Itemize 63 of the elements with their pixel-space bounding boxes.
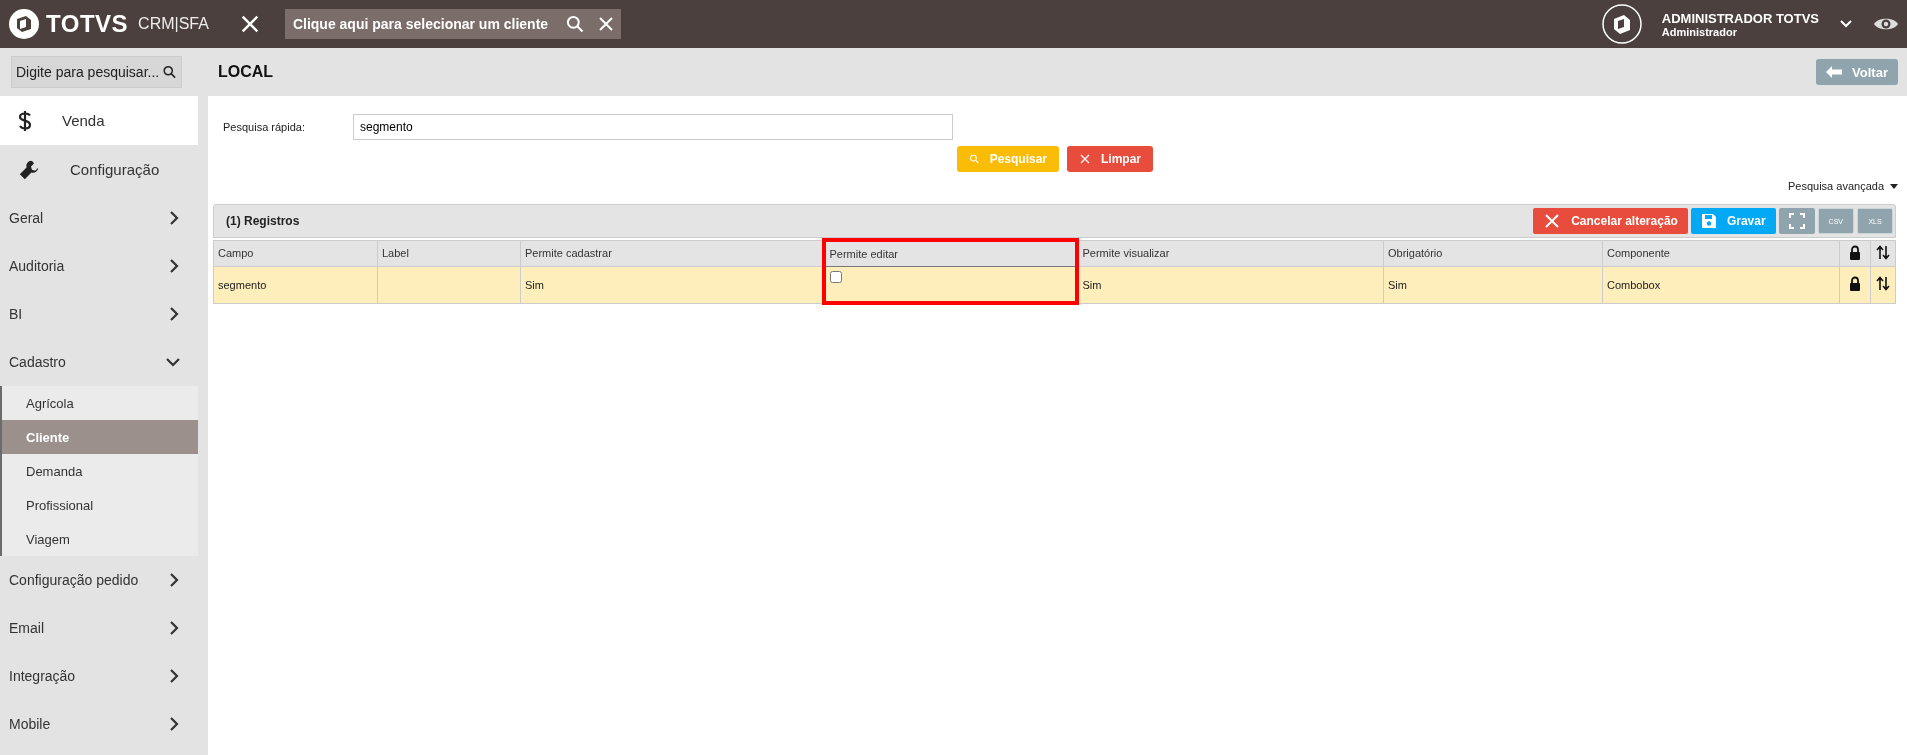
avatar-icon[interactable] [1601,4,1642,44]
lock-icon [1849,276,1861,292]
sort-arrows-icon[interactable] [1876,276,1890,292]
fullscreen-icon [1788,213,1805,229]
quick-search-label: Pesquisa rápida: [223,121,306,133]
close-icon [1543,212,1562,230]
submenu-item[interactable]: Agrícola [2,386,198,420]
table-cell: Sim [1383,266,1603,303]
client-search-field[interactable]: Clique aqui para selecionar um cliente [284,9,621,39]
chevron-down-icon [166,356,180,368]
table-cell: Sim [520,266,824,303]
cancel-changes-button[interactable]: Cancelar alteração [1533,208,1688,234]
chevron-right-icon [168,211,180,225]
menu-item[interactable]: BI [0,290,198,338]
chevron-right-icon [168,717,180,731]
fullscreen-button[interactable] [1778,208,1815,234]
lock-icon [1849,244,1861,260]
table-cell: Sim [1076,266,1384,303]
advanced-search-toggle[interactable]: Pesquisa avançada [1788,180,1898,192]
menu-search-field[interactable]: Digite para pesquisar... [11,56,182,88]
user-name: ADMINISTRADOR TOTVS [1661,10,1819,26]
table-cell: Combobox [1602,266,1840,303]
chevron-right-icon [168,259,180,273]
menu-item[interactable]: Email [0,604,198,652]
submenu-item[interactable]: Demanda [2,454,198,488]
chevron-right-icon [168,307,180,321]
submenu-item[interactable]: Profissional [2,488,198,522]
grid-title: (1) Registros [226,214,300,228]
logo-icon [8,8,40,40]
column-header[interactable]: Permite editar [823,240,1077,267]
chevron-right-icon [168,621,180,635]
chevron-right-icon [168,573,180,587]
sort-arrows-icon[interactable] [1876,244,1890,260]
clear-icon [596,15,615,33]
menu-item[interactable]: Integração [0,652,198,700]
search-icon [564,14,585,34]
table-cell: segmento [213,266,378,303]
user-role: Administrador [1661,25,1738,38]
arrow-left-icon [1826,66,1843,78]
column-header[interactable]: Permite cadastrar [520,240,824,267]
menu-item[interactable]: Cadastro [0,338,198,386]
column-header[interactable]: Componente [1602,240,1840,267]
module-item[interactable]: Venda [0,96,198,145]
menu-item[interactable]: Configuração pedido [0,556,198,604]
chevron-right-icon [168,669,180,683]
menu-item[interactable]: Geral [0,194,198,242]
column-header[interactable]: Label [377,240,521,267]
menu-item[interactable]: Auditoria [0,242,198,290]
clear-button[interactable]: Limpar [1067,146,1153,172]
column-header[interactable]: Obrigatório [1383,240,1603,267]
caret-down-icon [1890,183,1898,189]
column-header[interactable]: Campo [213,240,378,267]
quick-search-field[interactable]: segmento [353,114,953,140]
column-header[interactable]: Permite visualizar [1076,240,1384,267]
dollar-icon [18,109,32,132]
checkbox[interactable] [829,271,842,283]
brand-name: TOTVS [46,10,129,38]
page-title: LOCAL [218,63,274,81]
wrench-icon [18,158,40,181]
product-name: CRM|SFA [138,15,209,33]
user-menu-chevron-icon[interactable] [1839,19,1853,29]
menu-item[interactable]: Mobile [0,700,198,748]
submenu-item[interactable]: Viagem [2,522,198,556]
